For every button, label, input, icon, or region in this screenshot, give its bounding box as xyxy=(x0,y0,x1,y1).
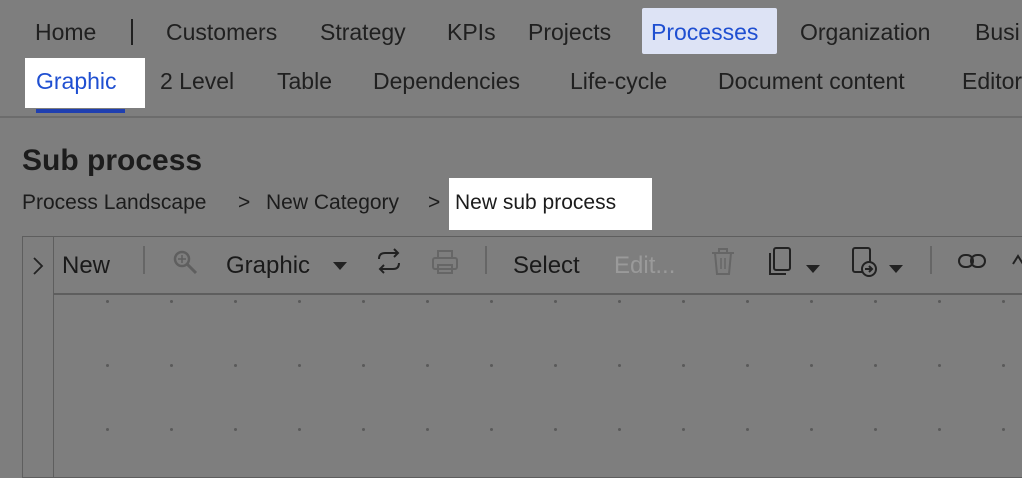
grid-dot xyxy=(618,428,621,431)
link-icon[interactable] xyxy=(957,250,989,272)
grid-dot xyxy=(170,300,173,303)
grid-dot xyxy=(362,364,365,367)
grid-dot xyxy=(1002,428,1005,431)
select-button[interactable]: Select xyxy=(513,252,580,280)
print-icon xyxy=(432,250,458,274)
grid-dot xyxy=(426,300,429,303)
top-nav: Home Customers Strategy KPIs Projects Pr… xyxy=(0,0,1022,62)
graphic-canvas[interactable] xyxy=(54,294,1022,462)
tab-graphic[interactable]: Graphic xyxy=(25,58,145,108)
refresh-icon[interactable] xyxy=(374,248,404,276)
chevron-up-icon[interactable] xyxy=(1012,250,1022,272)
top-nav-projects[interactable]: Projects xyxy=(528,18,611,46)
top-nav-kpis[interactable]: KPIs xyxy=(447,18,496,46)
grid-dot xyxy=(298,364,301,367)
grid-dot xyxy=(298,428,301,431)
grid-dot xyxy=(682,428,685,431)
zoom-icon xyxy=(173,250,198,275)
top-nav-customers[interactable]: Customers xyxy=(166,18,277,46)
trash-icon xyxy=(712,248,734,275)
grid-dot xyxy=(874,364,877,367)
grid-dot xyxy=(874,428,877,431)
grid-dot xyxy=(554,428,557,431)
grid-dot xyxy=(234,300,237,303)
top-nav-processes-label: Processes xyxy=(651,19,759,45)
grid-dot xyxy=(746,300,749,303)
tab-editor[interactable]: Editor xyxy=(962,67,1022,95)
top-nav-strategy[interactable]: Strategy xyxy=(320,18,406,46)
top-nav-home[interactable]: Home xyxy=(35,18,96,46)
edit-button: Edit... xyxy=(614,252,676,279)
grid-dot xyxy=(490,364,493,367)
grid-dot xyxy=(938,428,941,431)
grid-dot xyxy=(682,300,685,303)
grid-dot xyxy=(618,300,621,303)
grid-dot xyxy=(1002,300,1005,303)
grid-dot xyxy=(362,300,365,303)
page-title: Sub process xyxy=(22,144,203,177)
grid-dot xyxy=(938,364,941,367)
grid-dot xyxy=(810,300,813,303)
caret-down-icon[interactable] xyxy=(888,263,904,275)
grid-dot xyxy=(490,428,493,431)
tab-graphic-label: Graphic xyxy=(36,68,117,94)
breadcrumb-separator: > xyxy=(428,191,441,214)
grid-dot xyxy=(490,300,493,303)
grid-dot xyxy=(426,364,429,367)
grid-dot xyxy=(618,364,621,367)
grid-dot xyxy=(106,364,109,367)
top-nav-business[interactable]: Busi xyxy=(975,18,1020,46)
tab-life-cycle[interactable]: Life-cycle xyxy=(570,67,667,95)
toolbar-separator xyxy=(930,246,932,274)
graphic-dropdown[interactable]: Graphic xyxy=(226,252,310,280)
breadcrumb-process-landscape[interactable]: Process Landscape xyxy=(22,190,206,216)
caret-down-icon[interactable] xyxy=(805,263,821,275)
chevron-right-icon[interactable] xyxy=(30,255,46,277)
nav-separator xyxy=(131,19,133,45)
tab-table[interactable]: Table xyxy=(277,67,332,95)
breadcrumb-separator: > xyxy=(238,191,251,214)
grid-dot xyxy=(810,364,813,367)
top-nav-processes[interactable]: Processes xyxy=(642,8,777,54)
tab-2-level[interactable]: 2 Level xyxy=(160,67,234,95)
grid-dot xyxy=(106,428,109,431)
grid-dot xyxy=(810,428,813,431)
grid-dot xyxy=(298,300,301,303)
tab-document-content[interactable]: Document content xyxy=(718,67,905,95)
grid-dot xyxy=(746,428,749,431)
grid-dot xyxy=(1002,364,1005,367)
grid-dot xyxy=(106,300,109,303)
toolbar-separator xyxy=(485,246,487,274)
breadcrumb-new-sub-process: New sub process xyxy=(455,191,617,214)
grid-dot xyxy=(938,300,941,303)
grid-dot xyxy=(170,364,173,367)
grid-dot xyxy=(234,428,237,431)
active-tab-underline xyxy=(36,109,125,113)
grid-dot xyxy=(874,300,877,303)
breadcrumb-new-category[interactable]: New Category xyxy=(266,190,399,216)
copy-icon[interactable] xyxy=(766,246,796,278)
nav-divider xyxy=(0,116,1022,118)
grid-dot xyxy=(426,428,429,431)
grid-dot xyxy=(170,428,173,431)
grid-dot xyxy=(682,364,685,367)
grid-dot xyxy=(554,300,557,303)
top-nav-organization[interactable]: Organization xyxy=(800,18,930,46)
tab-dependencies[interactable]: Dependencies xyxy=(373,67,520,95)
caret-down-icon[interactable] xyxy=(332,260,348,272)
grid-dot xyxy=(362,428,365,431)
breadcrumb-current: New sub process xyxy=(449,178,652,230)
grid-dot xyxy=(554,364,557,367)
toolbar-separator xyxy=(143,246,145,274)
move-document-icon[interactable] xyxy=(849,246,881,278)
new-button[interactable]: New xyxy=(62,252,110,280)
grid-dot xyxy=(746,364,749,367)
grid-dot xyxy=(234,364,237,367)
